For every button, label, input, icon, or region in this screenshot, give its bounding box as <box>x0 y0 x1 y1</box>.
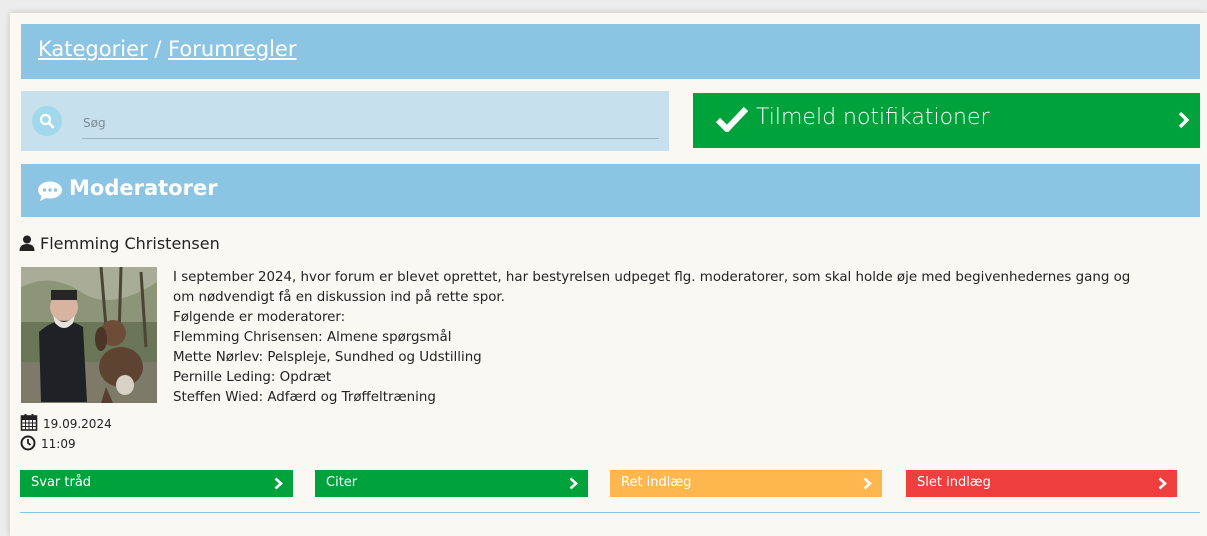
section-header-moderators: Moderatorer <box>21 164 1200 217</box>
chevron-right-icon <box>569 477 578 494</box>
post-body-line: Følgende er moderatorer: <box>173 310 346 325</box>
post-divider <box>20 512 1200 513</box>
chevron-right-icon <box>274 477 283 494</box>
post-body-line: Pernille Leding: Opdræt <box>173 370 332 385</box>
chat-bubble-icon <box>37 181 63 206</box>
post-author-name: Flemming Christensen <box>40 234 220 253</box>
subscribe-notifications-label: Tilmeld notifikationer <box>756 105 990 130</box>
checkmark-icon <box>715 106 749 136</box>
search-icon[interactable] <box>32 106 62 136</box>
post-body-line: Steffen Wied: Adfærd og Trøffeltræning <box>173 390 436 405</box>
breadcrumb-bar: Kategorier / Forumregler <box>21 24 1200 79</box>
post-time: 11:09 <box>20 435 76 451</box>
reply-thread-label: Svar tråd <box>31 475 92 490</box>
quote-label: Citer <box>326 475 358 490</box>
user-icon <box>19 235 35 251</box>
breadcrumb-link-forum-rules[interactable]: Forumregler <box>168 37 296 61</box>
post-time-value: 11:09 <box>41 437 76 451</box>
post-body-line: Mette Nørlev: Pelspleje, Sundhed og Udst… <box>173 350 482 365</box>
clock-icon <box>20 435 36 451</box>
edit-post-button[interactable]: Ret indlæg <box>610 470 882 497</box>
breadcrumb-separator: / <box>154 37 162 61</box>
search-box <box>21 91 669 151</box>
edit-post-label: Ret indlæg <box>621 475 692 490</box>
search-input[interactable] <box>82 107 659 139</box>
post-date: 19.09.2024 <box>20 413 112 431</box>
reply-thread-button[interactable]: Svar tråd <box>20 470 293 497</box>
delete-post-label: Slet indlæg <box>917 475 991 490</box>
calendar-icon <box>20 414 38 431</box>
author-avatar <box>21 267 157 403</box>
quote-button[interactable]: Citer <box>315 470 588 497</box>
post-body-line: Flemming Chrisensen: Almene spørgsmål <box>173 330 452 345</box>
chevron-right-icon <box>1178 111 1190 133</box>
post-body: I september 2024, hvor forum er blevet o… <box>173 268 1201 408</box>
breadcrumb-link-categories[interactable]: Kategorier <box>38 37 148 61</box>
post-date-value: 19.09.2024 <box>43 417 112 431</box>
post-body-line: om nødvendigt få en diskussion ind på re… <box>173 290 505 305</box>
delete-post-button[interactable]: Slet indlæg <box>906 470 1177 497</box>
breadcrumb: Kategorier / Forumregler <box>38 37 296 61</box>
chevron-right-icon <box>1158 477 1167 494</box>
section-title: Moderatorer <box>69 176 218 200</box>
post-body-line: I september 2024, hvor forum er blevet o… <box>173 270 1131 285</box>
post-author: Flemming Christensen <box>19 234 220 253</box>
subscribe-notifications-button[interactable]: Tilmeld notifikationer <box>693 93 1200 148</box>
chevron-right-icon <box>863 477 872 494</box>
